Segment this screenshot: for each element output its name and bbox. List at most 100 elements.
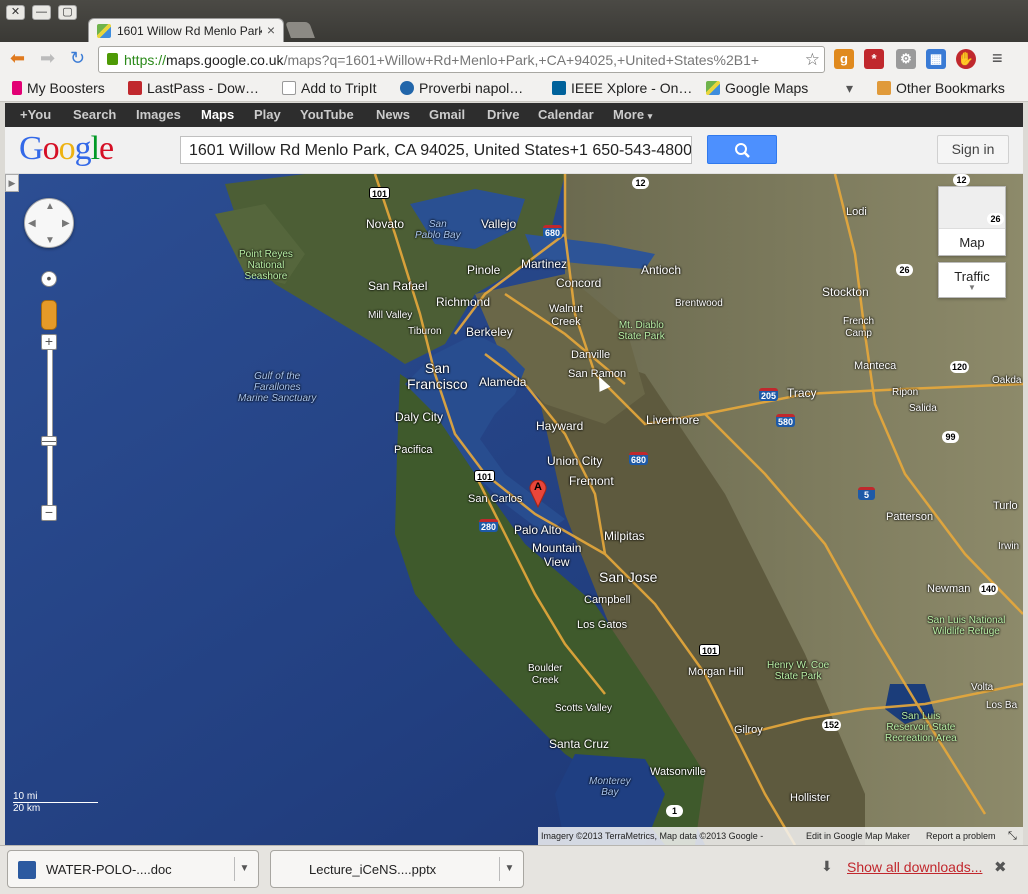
new-tab-button[interactable] [285, 22, 315, 38]
download-menu-icon-2[interactable]: ▼ [499, 857, 519, 881]
gbar-play[interactable]: Play [254, 107, 281, 122]
label-walnut-creek: Walnut Creek [549, 303, 583, 328]
bookmark-ieee[interactable]: IEEE Xplore - On… [552, 80, 692, 96]
label-san-francisco: San Francisco [407, 360, 468, 392]
bookmark-tripit[interactable]: Add to TripIt [282, 80, 376, 96]
show-all-downloads-link[interactable]: Show all downloads... [847, 859, 982, 875]
label-novato: Novato [366, 217, 405, 231]
sign-in-button[interactable]: Sign in [937, 135, 1009, 164]
adblock-icon[interactable]: ✋ [956, 49, 976, 69]
close-tab-icon[interactable]: × [267, 22, 275, 38]
traffic-button[interactable]: Traffic ▼ [938, 262, 1006, 298]
label-san-rafael: San Rafael [368, 279, 428, 293]
back-arrow-icon[interactable]: ⬅ [10, 48, 25, 68]
label-brentwood: Brentwood [675, 298, 723, 309]
download-item-doc[interactable]: WATER-POLO-....doc ▼ [7, 850, 259, 888]
pan-down-icon[interactable]: ▼ [45, 235, 55, 246]
label-ripon: Ripon [892, 387, 919, 398]
google-logo[interactable]: Google [19, 130, 114, 168]
bookmarks-overflow-icon[interactable]: ▾ [846, 80, 853, 97]
download-item-pptx[interactable]: Lecture_iCeNS....pptx ▼ [270, 850, 524, 888]
label-irwin: Irwin [998, 541, 1020, 552]
label-vallejo: Vallejo [481, 217, 517, 231]
tab-strip: ✕ — ▢ 1601 Willow Rd Menlo Park, CA 9402… [0, 0, 1028, 44]
label-san-jose: San Jose [599, 569, 658, 585]
maximize-window-icon[interactable]: ▢ [58, 5, 77, 20]
menu-icon[interactable]: ≡ [992, 48, 1003, 68]
route-shield-680: 680 [543, 225, 563, 238]
label-mill-valley: Mill Valley [368, 310, 413, 321]
gbar-youtube[interactable]: YouTube [300, 107, 354, 122]
route-shield-12-east: 12 [953, 174, 970, 186]
download-menu-icon[interactable]: ▼ [234, 857, 254, 881]
zoom-in-icon[interactable]: + [41, 334, 57, 350]
map-canvas[interactable]: ▶ ▲ ▼ ◀ ▶ • + — − Map Traffic ▼ Novato V… [5, 174, 1023, 845]
pan-up-icon[interactable]: ▲ [45, 201, 55, 212]
reload-icon[interactable]: ↻ [70, 48, 85, 68]
zoom-slider-handle[interactable]: — [41, 433, 57, 447]
close-window-icon[interactable]: ✕ [6, 5, 25, 20]
label-monterey-bay: Monterey Bay [589, 776, 631, 798]
pan-left-icon[interactable]: ◀ [28, 218, 36, 229]
label-richmond: Richmond [436, 295, 491, 309]
bookmark-my-boosters[interactable]: My Boosters [12, 80, 105, 96]
search-button[interactable] [707, 135, 777, 164]
label-los-banos: Los Ba [986, 700, 1018, 711]
extension-tool-icon[interactable]: ⚙ [896, 49, 916, 69]
route-shield-580: 580 [776, 414, 796, 427]
maps-search-input[interactable]: 1601 Willow Rd Menlo Park, CA 94025, Uni… [180, 136, 692, 164]
label-union-city: Union City [547, 454, 603, 468]
close-downloads-icon[interactable]: ✖ [994, 858, 1007, 876]
pegman-street-view-icon[interactable] [41, 300, 57, 330]
traffic-chevron-icon: ▼ [968, 283, 976, 292]
label-henry-coe: Henry W. Coe State Park [767, 660, 830, 682]
bookmark-star-icon[interactable]: ☆ [805, 50, 820, 70]
forward-arrow-icon[interactable]: ➡ [40, 48, 55, 68]
gbar-you[interactable]: +You [20, 107, 51, 122]
label-patterson: Patterson [886, 511, 934, 523]
minimize-window-icon[interactable]: — [32, 5, 51, 20]
gbar-images[interactable]: Images [136, 107, 181, 122]
tab-title: 1601 Willow Rd Menlo Park, CA 94025, Uni… [117, 24, 262, 38]
gbar-drive[interactable]: Drive [487, 107, 520, 122]
label-daly-city: Daly City [395, 410, 444, 424]
pan-right-icon[interactable]: ▶ [62, 218, 70, 229]
expand-corner-icon[interactable]: ⤡ [1008, 827, 1017, 845]
location-marker-a[interactable]: A [529, 479, 547, 509]
bookmark-google-maps[interactable]: Google Maps [706, 80, 808, 96]
gbar-news[interactable]: News [376, 107, 410, 122]
satellite-imagery [5, 174, 1023, 845]
my-location-icon[interactable]: • [41, 271, 57, 287]
gbar-maps[interactable]: Maps [201, 107, 234, 122]
pan-control[interactable]: ▲ ▼ ◀ ▶ [24, 198, 74, 248]
extension-g-icon[interactable]: g [834, 49, 854, 69]
zoom-out-icon[interactable]: − [41, 505, 57, 521]
gbar-calendar[interactable]: Calendar [538, 107, 594, 122]
label-fremont: Fremont [569, 474, 614, 488]
calendar-extension-icon[interactable]: ▦ [926, 49, 946, 69]
label-san-pablo-bay: San Pablo Bay [415, 219, 461, 241]
lastpass-icon[interactable]: * [864, 49, 884, 69]
label-santa-cruz: Santa Cruz [549, 737, 610, 751]
tab-google-maps[interactable]: 1601 Willow Rd Menlo Park, CA 94025, Uni… [88, 18, 284, 44]
label-pacifica: Pacifica [394, 444, 433, 456]
label-turlock: Turlo [993, 500, 1018, 512]
gbar-gmail[interactable]: Gmail [429, 107, 465, 122]
maps-bookmark-icon [706, 81, 720, 95]
address-bar[interactable]: https://maps.google.co.uk/maps?q=1601+Wi… [98, 46, 825, 73]
report-problem-link[interactable]: Report a problem [926, 827, 996, 845]
edit-map-maker-link[interactable]: Edit in Google Map Maker [806, 827, 910, 845]
label-hayward: Hayward [536, 419, 584, 433]
bookmark-lastpass[interactable]: LastPass - Dow… [128, 80, 259, 96]
bookmark-proverbi[interactable]: Proverbi napol… [400, 80, 523, 96]
zoom-slider-track[interactable] [47, 340, 53, 515]
ieee-icon [552, 81, 566, 95]
gbar-search[interactable]: Search [73, 107, 116, 122]
label-danville: Danville [571, 349, 611, 361]
side-panel-toggle-icon[interactable]: ▶ [5, 174, 19, 192]
browser-toolbar: ⬅ ➡ ↻ https://maps.google.co.uk/maps?q=1… [0, 42, 1028, 76]
page-icon [282, 81, 296, 95]
route-shield-120: 120 [950, 361, 970, 373]
other-bookmarks-folder[interactable]: Other Bookmarks [877, 80, 1005, 96]
gbar-more[interactable]: More ▾ [613, 107, 652, 122]
